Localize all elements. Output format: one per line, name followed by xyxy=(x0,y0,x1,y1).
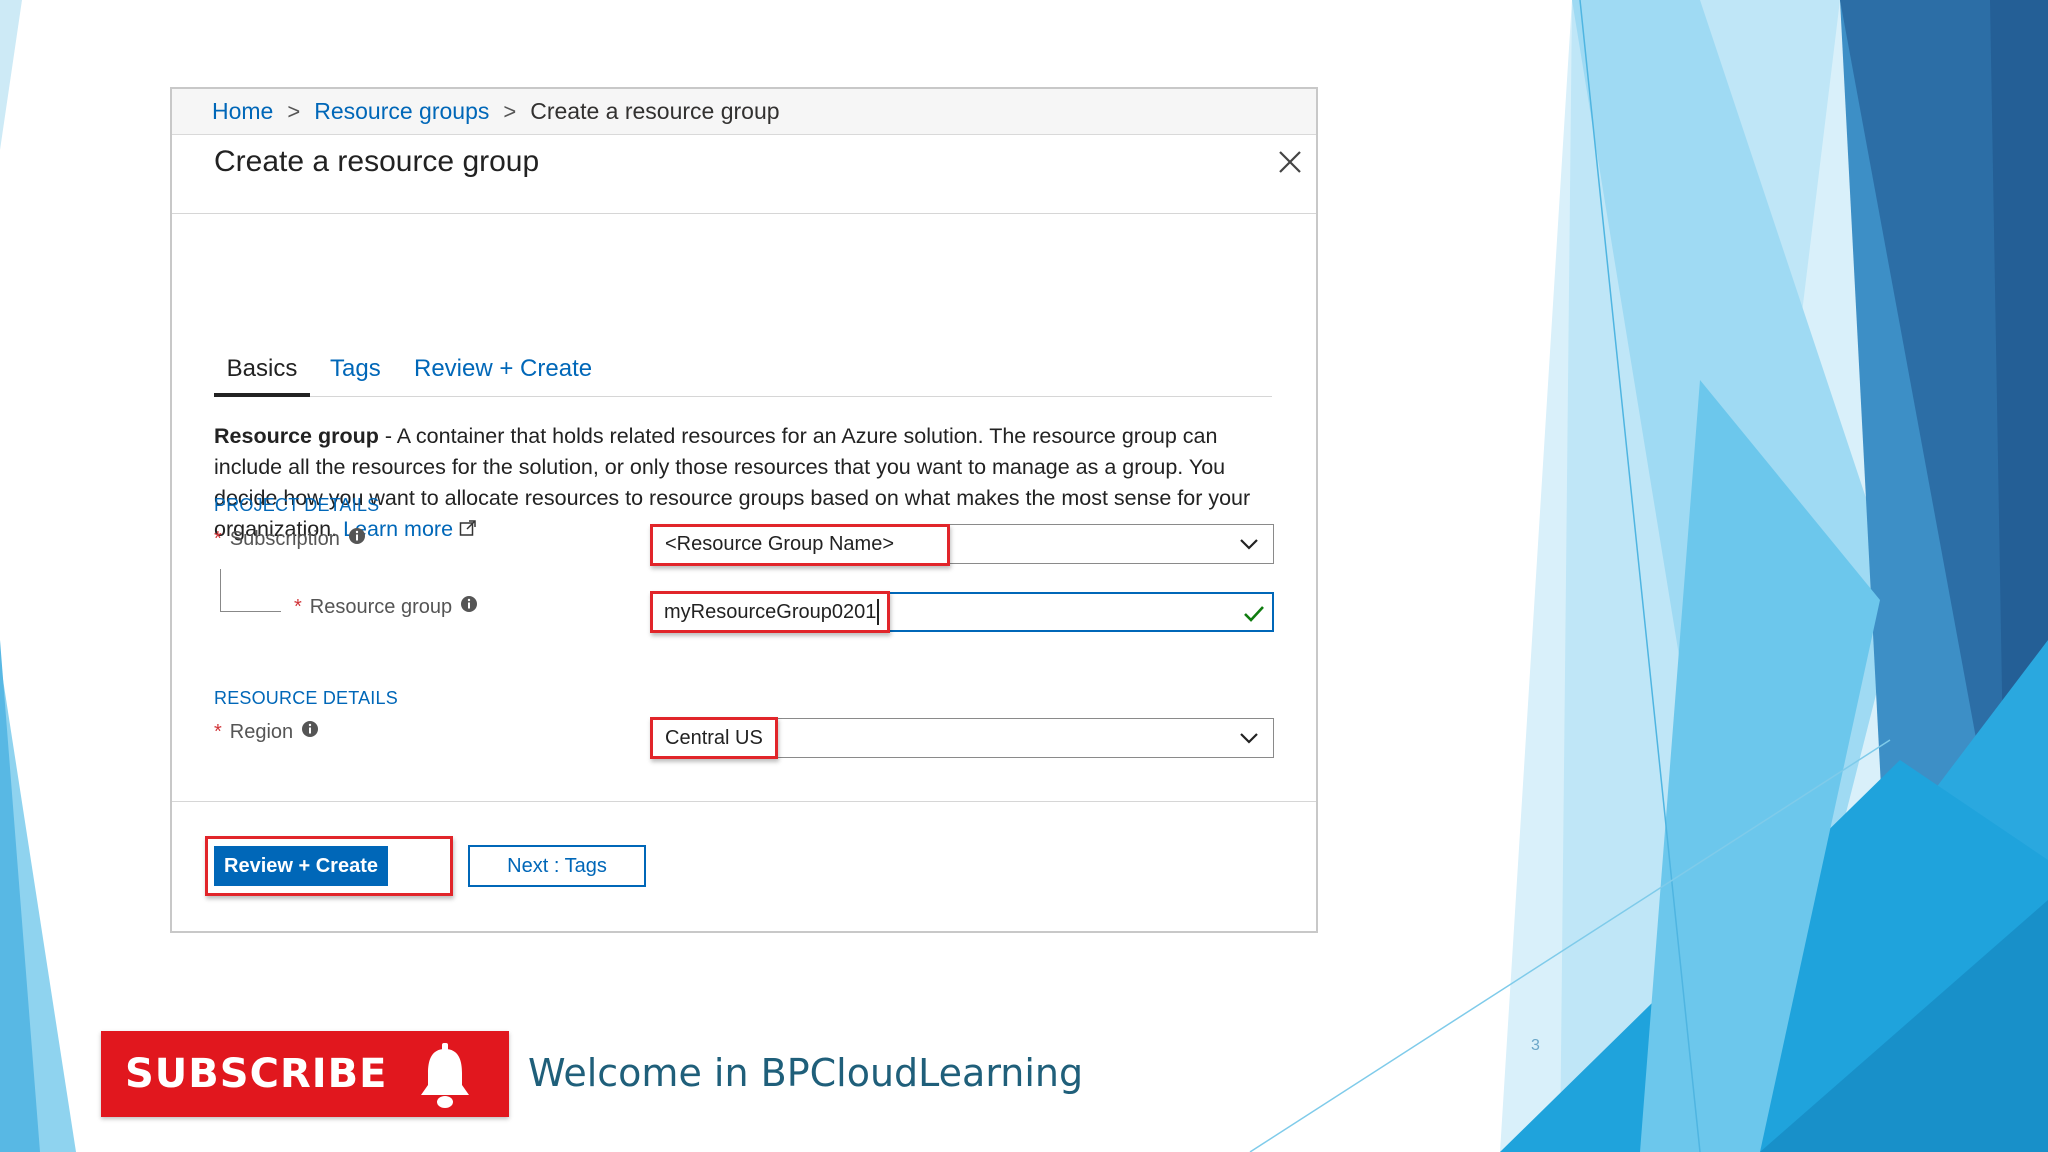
breadcrumb-current: Create a resource group xyxy=(530,98,780,124)
breadcrumb-separator: > xyxy=(503,98,517,124)
breadcrumb-separator: > xyxy=(287,98,301,124)
subscription-label: * Subscription xyxy=(214,527,366,551)
resource-group-value: myResourceGroup0201 xyxy=(664,600,877,623)
region-value: Central US xyxy=(665,726,763,749)
tab-review-create[interactable]: Review + Create xyxy=(414,349,592,397)
required-marker: * xyxy=(214,527,222,550)
breadcrumb-resource-groups-link[interactable]: Resource groups xyxy=(314,98,489,125)
resource-details-heading: RESOURCE DETAILS xyxy=(214,688,398,708)
welcome-message: Welcome in BPCloudLearning xyxy=(528,1051,1084,1095)
hierarchy-connector xyxy=(220,569,281,612)
required-marker: * xyxy=(214,720,222,743)
breadcrumb-home-link[interactable]: Home xyxy=(212,98,273,125)
resource-group-label: * Resource group xyxy=(294,595,478,619)
slide-number: 3 xyxy=(1531,1037,1540,1054)
region-label: * Region xyxy=(214,720,319,744)
breadcrumb: Home > Resource groups > Create a resour… xyxy=(172,89,1316,135)
resource-group-input-text: myResourceGroup0201 xyxy=(664,594,880,630)
review-create-button[interactable]: Review + Create xyxy=(214,846,388,886)
checkmark-icon xyxy=(1244,606,1264,622)
chevron-down-icon xyxy=(1240,733,1258,744)
close-button[interactable] xyxy=(1274,146,1306,178)
subscription-label-text: Subscription xyxy=(229,527,340,550)
footer-divider xyxy=(172,801,1316,802)
create-resource-group-panel: Home > Resource groups > Create a resour… xyxy=(170,87,1318,933)
info-icon[interactable] xyxy=(348,527,366,551)
close-icon xyxy=(1279,151,1301,173)
text-cursor xyxy=(877,599,880,625)
resource-group-input[interactable]: myResourceGroup0201 xyxy=(650,592,1274,632)
tab-bar: Basics Tags Review + Create xyxy=(214,349,1272,397)
tab-tags[interactable]: Tags xyxy=(330,349,381,397)
next-tags-button[interactable]: Next : Tags xyxy=(468,845,646,887)
region-dropdown[interactable]: Central US xyxy=(650,718,1274,758)
page-title: Create a resource group xyxy=(214,145,540,178)
subscription-value: <Resource Group Name> xyxy=(665,532,895,555)
chevron-down-icon xyxy=(1240,539,1258,550)
region-label-text: Region xyxy=(229,720,294,743)
subscription-dropdown[interactable]: <Resource Group Name> xyxy=(650,524,1274,564)
info-icon[interactable] xyxy=(460,595,478,619)
info-icon[interactable] xyxy=(301,720,319,744)
external-link-icon xyxy=(459,515,477,546)
tab-basics[interactable]: Basics xyxy=(214,349,310,397)
subscribe-label: SUBSCRIBE xyxy=(125,1051,388,1097)
resource-group-label-text: Resource group xyxy=(309,595,453,618)
project-details-heading: PROJECT DETAILS xyxy=(214,495,380,515)
title-divider xyxy=(172,213,1316,214)
required-marker: * xyxy=(294,595,302,618)
description-term: Resource group xyxy=(214,424,379,448)
bell-icon xyxy=(421,1043,469,1108)
subscribe-button[interactable]: SUBSCRIBE xyxy=(101,1031,509,1117)
